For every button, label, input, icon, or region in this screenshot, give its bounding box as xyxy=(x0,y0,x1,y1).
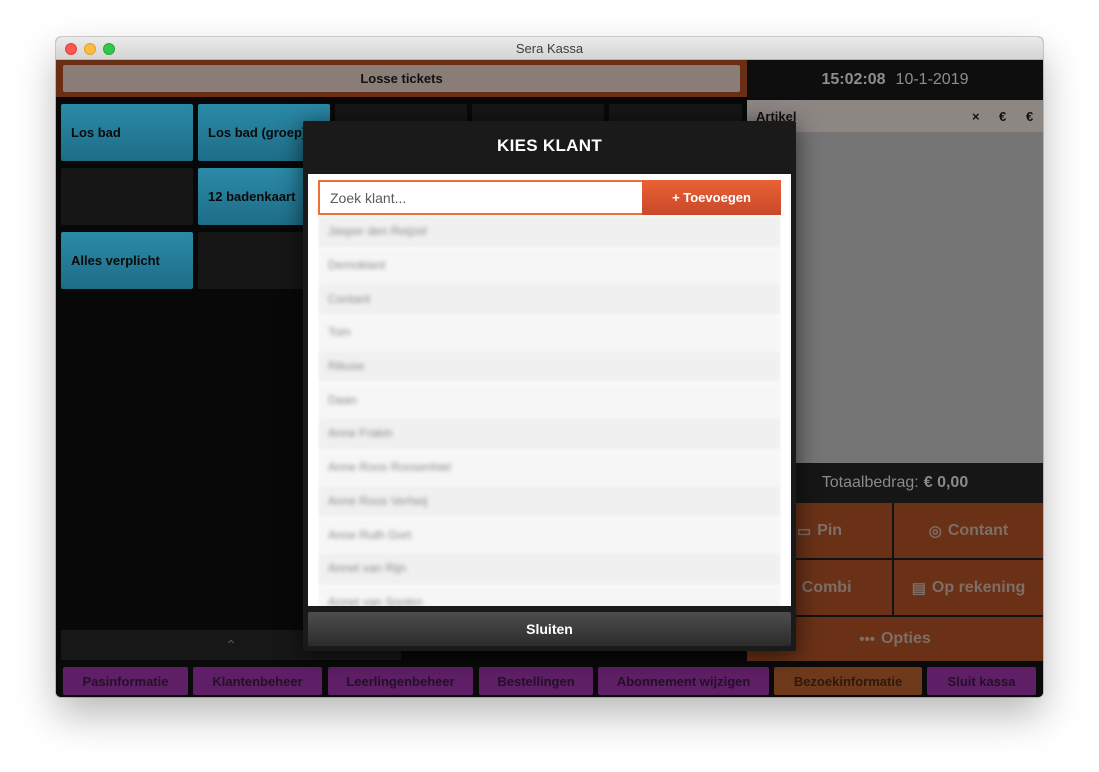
customer-list-item[interactable]: Anne Roos Roosenhiel xyxy=(318,450,781,485)
add-customer-button[interactable]: + Toevoegen xyxy=(642,180,781,215)
product-tile-los-bad[interactable]: Los bad xyxy=(61,104,193,161)
customer-list-item[interactable]: Annet van Rijn xyxy=(318,551,781,586)
customer-list-item[interactable]: Tom xyxy=(318,316,781,350)
bottom-button-klantenbeheer[interactable]: Klantenbeheer xyxy=(193,667,322,695)
app-window: Sera Kassa Losse tickets Los bad Los bad… xyxy=(56,37,1043,697)
customer-list-item[interactable]: Contant xyxy=(318,282,781,317)
customer-list[interactable]: Jasper den Reijzel Demoklant Contant Tom… xyxy=(318,215,781,606)
card-icon: ▭ xyxy=(796,522,812,540)
pay-account-button[interactable]: ▤ Op rekening xyxy=(894,560,1043,615)
bottom-button-pasinformatie[interactable]: Pasinformatie xyxy=(63,667,188,695)
coins-icon: ◎ xyxy=(928,522,942,540)
choose-customer-dialog: KIES KLANT + Toevoegen Jasper den Reijze… xyxy=(303,121,796,651)
dots-icon: ••• xyxy=(859,630,875,648)
close-dialog-button[interactable]: Sluiten xyxy=(308,612,791,646)
category-header: Losse tickets xyxy=(56,60,747,97)
pay-pin-label: Pin xyxy=(817,521,843,539)
dialog-title: KIES KLANT xyxy=(497,136,602,155)
total-value: € 0,00 xyxy=(923,474,969,491)
customer-list-item[interactable]: Demoklant xyxy=(318,248,781,283)
customer-list-item[interactable]: Anne Ruth Gort xyxy=(318,518,781,552)
total-label: Totaalbedrag: xyxy=(821,474,919,491)
chevron-up-icon: ⌃ xyxy=(225,636,237,653)
product-tile-empty xyxy=(61,168,193,225)
column-remove: × xyxy=(972,109,980,124)
pay-cash-label: Contant xyxy=(947,521,1009,539)
current-date: 10-1-2019 xyxy=(895,71,969,88)
clock: 15:02:08 10-1-2019 xyxy=(747,60,1043,100)
column-price: € xyxy=(999,109,1007,124)
bottom-button-bestellingen[interactable]: Bestellingen xyxy=(479,667,593,695)
bottom-button-bezoekinformatie[interactable]: Bezoekinformatie xyxy=(774,667,922,695)
customer-list-item[interactable]: Jasper den Reijzel xyxy=(318,215,781,249)
current-time: 15:02:08 xyxy=(821,71,886,88)
pay-account-label: Op rekening xyxy=(931,578,1026,596)
pay-combi-label: Combi xyxy=(801,578,852,596)
customer-list-item[interactable]: Anne Frakin xyxy=(318,417,781,451)
window-title: Sera Kassa xyxy=(515,41,584,56)
bottom-button-leerlingenbeheer[interactable]: Leerlingenbeheer xyxy=(328,667,473,695)
customer-list-item[interactable]: Rikuse xyxy=(318,349,781,384)
category-tab-losse-tickets[interactable]: Losse tickets xyxy=(63,65,740,92)
options-label: Opties xyxy=(880,630,931,647)
customer-search-input[interactable] xyxy=(318,180,642,215)
dialog-body: + Toevoegen Jasper den Reijzel Demoklant… xyxy=(308,174,791,606)
bottom-action-bar: Pasinformatie Klantenbeheer Leerlingenbe… xyxy=(56,661,1043,697)
column-total: € xyxy=(1026,109,1034,124)
pay-cash-button[interactable]: ◎ Contant xyxy=(894,503,1043,558)
customer-list-item[interactable]: Annet van Soolen xyxy=(318,585,781,606)
customer-list-item[interactable]: Anne Roos Verheij xyxy=(318,484,781,519)
title-bar: Sera Kassa xyxy=(56,37,1043,60)
product-tile-alles-verplicht[interactable]: Alles verplicht xyxy=(61,232,193,289)
receipt-icon: ▤ xyxy=(911,579,926,597)
bottom-button-abonnement-wijzigen[interactable]: Abonnement wijzigen xyxy=(598,667,769,695)
app-content: Losse tickets Los bad Los bad (groep) 12… xyxy=(56,60,1043,697)
customer-list-item[interactable]: Daan xyxy=(318,383,781,418)
bottom-button-sluit-kassa[interactable]: Sluit kassa xyxy=(927,667,1036,695)
